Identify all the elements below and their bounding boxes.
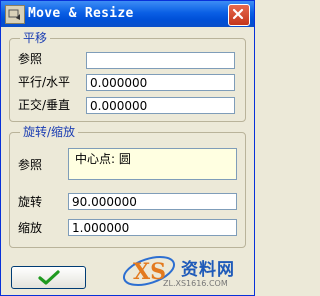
svg-text:XS: XS — [133, 259, 166, 285]
parallel-label: 平行/水平 — [18, 75, 71, 89]
translate-group: 平移 参照 平行/水平 0.000000 正交/垂直 0.000000 — [9, 31, 246, 122]
normal-label: 正交/垂直 — [18, 98, 71, 112]
rotate-label: 旋转 — [18, 195, 43, 209]
checkmark-icon — [38, 270, 60, 285]
translate-group-title: 平移 — [20, 31, 51, 45]
close-button[interactable] — [228, 4, 250, 26]
ok-button[interactable] — [11, 266, 86, 289]
rotate-reference-field[interactable]: 中心点: 圆 — [68, 148, 237, 180]
watermark-logo-icon: XS — [122, 256, 176, 286]
translate-reference-label: 参照 — [18, 52, 43, 66]
watermark: XS 资料网 ZL.XS1616.COM — [119, 249, 255, 295]
rotate-scale-group: 旋转/缩放 参照 中心点: 圆 旋转 90.000000 缩放 1.000000 — [9, 125, 246, 248]
window-title: Move & Resize — [28, 6, 134, 21]
close-icon — [232, 8, 244, 20]
parallel-field[interactable]: 0.000000 — [86, 74, 235, 91]
watermark-brand: 资料网 — [181, 260, 235, 280]
rotate-field[interactable]: 90.000000 — [68, 193, 237, 210]
watermark-url: ZL.XS1616.COM — [163, 279, 228, 288]
scale-field[interactable]: 1.000000 — [68, 219, 237, 236]
app-icon — [5, 5, 25, 24]
rotate-reference-label: 参照 — [18, 158, 43, 172]
normal-field[interactable]: 0.000000 — [86, 97, 235, 114]
dialog-window: Move & Resize 平移 参照 平行/水平 0.000000 正交/垂直… — [0, 0, 255, 296]
scale-label: 缩放 — [18, 221, 43, 235]
title-bar[interactable]: Move & Resize — [1, 1, 254, 27]
rotate-group-title: 旋转/缩放 — [20, 125, 79, 139]
translate-reference-field[interactable] — [86, 52, 235, 69]
